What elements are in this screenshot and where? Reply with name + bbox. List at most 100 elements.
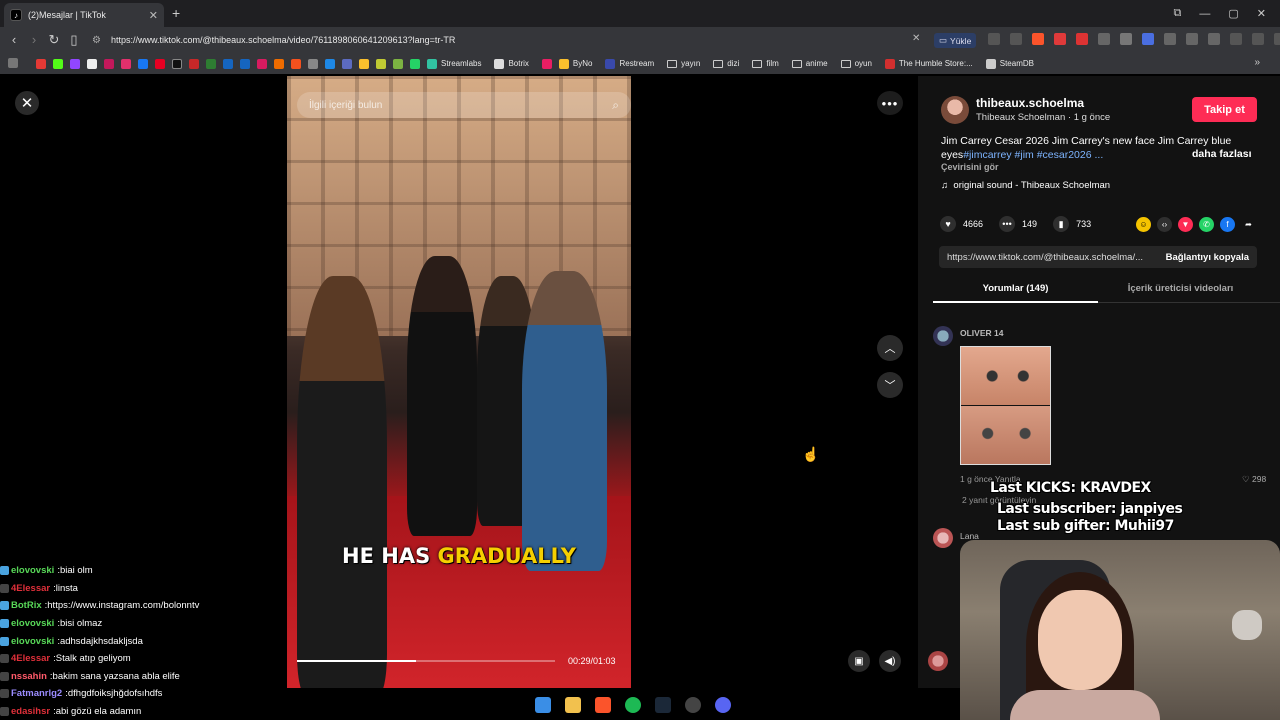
video-player[interactable]	[287, 76, 631, 688]
previous-video-button[interactable]: ︿	[877, 335, 903, 361]
twitch-icon[interactable]	[70, 58, 80, 69]
chat-username[interactable]: 4Elessar	[11, 583, 50, 594]
bookmark-site-icon[interactable]	[342, 58, 352, 69]
bookmark-site-icon[interactable]	[291, 58, 301, 69]
menu-icon[interactable]	[1274, 33, 1280, 45]
new-tab-button[interactable]: +	[172, 5, 180, 21]
commenter-avatar[interactable]	[933, 528, 953, 548]
close-video-button[interactable]: ✕	[15, 91, 39, 115]
windows-start-icon[interactable]	[535, 697, 551, 713]
obs-icon[interactable]	[685, 697, 701, 713]
music-icon[interactable]	[1230, 33, 1242, 45]
description-hashtags[interactable]: #jimcarrey #jim #cesar2026 ...	[963, 149, 1103, 161]
whatsapp-icon[interactable]	[410, 58, 420, 69]
tab-creator-videos[interactable]: İçerik üreticisi videoları	[1098, 278, 1263, 303]
discord-icon[interactable]	[715, 697, 731, 713]
brave-browser-icon[interactable]	[595, 697, 611, 713]
comment-like[interactable]: ♡ 298	[1242, 474, 1266, 485]
url-field[interactable]: ⚙ https://www.tiktok.com/@thibeaux.schoe…	[92, 31, 912, 49]
bookmark-steamdb[interactable]: SteamDB	[985, 58, 1034, 69]
bookmark-site-icon[interactable]	[308, 58, 318, 69]
bookmark-restream[interactable]: Restream	[605, 58, 654, 69]
facebook-icon[interactable]	[138, 58, 148, 69]
more-options-button[interactable]: •••	[877, 91, 903, 115]
bookmark-site-icon[interactable]	[189, 58, 199, 69]
emoji-share-icon[interactable]: ☺	[1136, 217, 1151, 232]
steam-icon[interactable]	[655, 697, 671, 713]
tiktok-icon[interactable]	[172, 58, 182, 69]
translate-icon[interactable]	[988, 33, 1000, 45]
my-avatar[interactable]	[928, 651, 948, 671]
bookmark-site-icon[interactable]	[223, 58, 233, 69]
site-settings-icon[interactable]: ⚙	[92, 35, 101, 46]
bookmark-site-icon[interactable]	[274, 58, 284, 69]
bookmark-folder-dizi[interactable]: dizi	[713, 59, 739, 68]
bookmark-botrix[interactable]: Botrix	[494, 58, 529, 69]
close-window-icon[interactable]: ✕	[1257, 7, 1266, 20]
bookmark-site-icon[interactable]	[325, 58, 335, 69]
author-username[interactable]: thibeaux.schoelma	[976, 96, 1084, 110]
save-button[interactable]: ▮ 733	[1053, 216, 1091, 232]
whatsapp-icon[interactable]: ✆	[1199, 217, 1214, 232]
apps-icon[interactable]	[8, 58, 18, 68]
leo-icon[interactable]	[1252, 33, 1264, 45]
chat-username[interactable]: elovovski	[11, 636, 54, 647]
bookmark-site-icon[interactable]	[541, 58, 552, 69]
show-more-link[interactable]: daha fazlası	[1192, 148, 1252, 160]
chat-username[interactable]: Fatmanrlg2	[11, 688, 62, 699]
comment-username[interactable]: OLIVER 14	[960, 328, 1003, 338]
chat-username[interactable]: edasihsr	[11, 706, 50, 717]
sound-link[interactable]: ♫ original sound - Thibeaux Schoelman	[941, 180, 1110, 191]
reload-icon[interactable]: ↻	[44, 32, 64, 48]
extension-icon[interactable]	[1098, 33, 1110, 45]
minimize-icon[interactable]: —	[1199, 8, 1210, 20]
more-bookmarks-icon[interactable]: »	[1254, 57, 1260, 68]
comment-image[interactable]	[960, 346, 1051, 465]
browser-tab[interactable]: ♪ (2)Mesajlar | TikTok ✕	[4, 3, 164, 27]
x-icon[interactable]	[87, 58, 97, 69]
copy-link-button[interactable]: Bağlantıyı kopyala	[1166, 252, 1249, 263]
extension-icon[interactable]	[1120, 33, 1132, 45]
commenter-avatar[interactable]	[933, 326, 953, 346]
bookmark-folder-anime[interactable]: anime	[791, 59, 828, 68]
bookmark-site-icon[interactable]	[240, 58, 250, 69]
bookmark-folder-oyun[interactable]: oyun	[840, 59, 872, 68]
next-video-button[interactable]: ﹀	[877, 372, 903, 398]
bookmark-humble[interactable]: The Humble Store:...	[884, 58, 973, 69]
bookmark-site-icon[interactable]	[359, 58, 369, 69]
bookmark-site-icon[interactable]	[376, 58, 386, 69]
tab-comments[interactable]: Yorumlar (149)	[933, 278, 1098, 303]
forward-icon[interactable]: ›	[24, 32, 44, 47]
bookmark-folder-yayin[interactable]: yayın	[667, 59, 700, 68]
bookmark-site-icon[interactable]	[206, 58, 216, 69]
spotify-icon[interactable]	[625, 697, 641, 713]
chat-username[interactable]: elovovski	[11, 565, 54, 576]
comment-button[interactable]: ••• 149	[999, 216, 1037, 232]
extensions-icon[interactable]: ⧉	[1174, 7, 1182, 20]
instagram-icon[interactable]	[121, 58, 131, 69]
bookmark-byno[interactable]: ByNo	[558, 58, 592, 69]
bookmark-site-icon[interactable]	[393, 58, 403, 69]
youtube-icon[interactable]	[36, 58, 46, 69]
extension-icon[interactable]	[1164, 33, 1176, 45]
share-arrow-icon[interactable]: ➦	[1241, 217, 1256, 232]
author-avatar[interactable]	[941, 96, 969, 124]
chat-username[interactable]: BotRix	[11, 600, 42, 611]
upload-button[interactable]: ▭ Yükle	[934, 33, 977, 48]
video-progress-bar[interactable]	[297, 660, 555, 662]
share-icon[interactable]	[1010, 33, 1022, 45]
chat-username[interactable]: elovovski	[11, 618, 54, 629]
pip-icon[interactable]: ▣	[848, 650, 870, 672]
kick-icon[interactable]	[53, 58, 63, 69]
gmail-icon[interactable]	[1076, 33, 1088, 45]
mute-tab-icon[interactable]: ✕	[912, 33, 920, 44]
translate-link[interactable]: Çevirisini gör	[941, 162, 999, 172]
chat-username[interactable]: 4Elessar	[11, 653, 50, 664]
send-icon[interactable]: ▼	[1178, 217, 1193, 232]
bookmark-streamlabs[interactable]: Streamlabs	[427, 58, 481, 69]
pinterest-icon[interactable]	[155, 58, 165, 69]
maximize-icon[interactable]: ▢	[1228, 7, 1238, 20]
facebook-icon[interactable]: f	[1220, 217, 1235, 232]
bookmark-icon[interactable]: ▯	[64, 32, 84, 48]
sidebar-icon[interactable]	[1186, 33, 1198, 45]
